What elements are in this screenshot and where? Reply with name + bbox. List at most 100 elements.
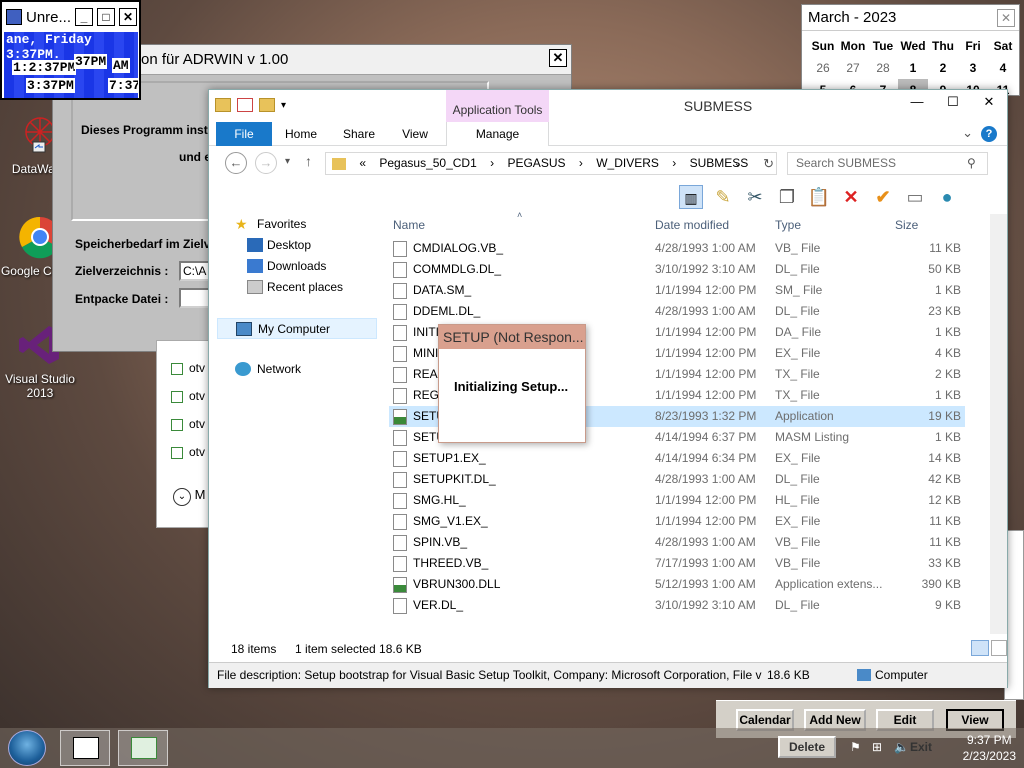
breadcrumb-segment[interactable]: W_DIVERS bbox=[596, 156, 659, 170]
taskbar-app-window[interactable] bbox=[118, 730, 168, 766]
address-dropdown-icon[interactable]: ⌄ bbox=[734, 153, 742, 174]
table-row[interactable]: COMMDLG.DL_ 3/10/1992 3:10 AM DL_ File 50 K… bbox=[389, 259, 965, 280]
nav-recent-places[interactable]: Recent places bbox=[217, 277, 377, 298]
tab-view[interactable]: View bbox=[395, 122, 435, 146]
tab-home[interactable]: Home bbox=[279, 122, 323, 146]
folder-icon bbox=[332, 157, 346, 170]
recent-locations-chevron-icon[interactable]: ▾ bbox=[285, 156, 290, 167]
list-item[interactable]: otv bbox=[171, 445, 205, 459]
cut-icon[interactable]: ✂ bbox=[743, 185, 767, 209]
exit-button[interactable]: Exit bbox=[910, 740, 932, 754]
target-dir-field[interactable]: C:\A bbox=[179, 261, 211, 281]
table-row[interactable]: VER.DL_ 3/10/1992 3:10 AM DL_ File 9 KB bbox=[389, 595, 965, 616]
delete-icon[interactable]: ✕ bbox=[839, 185, 863, 209]
setup-not-responding-dialog[interactable]: SETUP (Not Respon... Initializing Setup.… bbox=[438, 324, 586, 443]
back-button[interactable]: ← bbox=[225, 152, 247, 174]
table-row[interactable]: THREED.VB_ 7/17/1993 1:00 AM VB_ File 33 KB bbox=[389, 553, 965, 574]
details-view-icon[interactable] bbox=[971, 640, 989, 656]
list-item[interactable]: otv bbox=[171, 417, 205, 431]
breadcrumb-segment[interactable]: Pegasus_50_CD1 bbox=[379, 156, 476, 170]
computer-icon bbox=[857, 669, 871, 681]
list-item[interactable]: otv bbox=[171, 389, 205, 403]
calendar-day[interactable]: 27 bbox=[838, 57, 868, 79]
nav-desktop[interactable]: Desktop bbox=[217, 235, 377, 256]
weekday-label: Fri bbox=[965, 39, 981, 53]
calendar-day[interactable]: 4 bbox=[988, 57, 1018, 79]
volume-icon[interactable]: 🔈 bbox=[894, 740, 909, 754]
refresh-icon[interactable]: ↻ bbox=[763, 153, 774, 174]
network-tray-icon[interactable]: ⊞ bbox=[872, 740, 882, 754]
network-globe-icon[interactable]: ● bbox=[935, 185, 959, 209]
table-row[interactable]: SETUP1.EX_ 4/14/1994 6:34 PM EX_ File 14 KB bbox=[389, 448, 965, 469]
adrwin-close-button[interactable]: ✕ bbox=[549, 49, 567, 67]
list-item[interactable]: otv bbox=[171, 361, 205, 375]
table-row[interactable]: SMG_V1.EX_ 1/1/1994 12:00 PM EX_ File 11 KB bbox=[389, 511, 965, 532]
start-button[interactable] bbox=[8, 730, 46, 766]
nav-network[interactable]: Network bbox=[217, 359, 377, 380]
calendar-day[interactable]: 2 bbox=[928, 57, 958, 79]
clock-date: 2/23/2023 bbox=[962, 749, 1016, 763]
column-date-modified[interactable]: Date modified bbox=[655, 218, 729, 232]
address-bar[interactable]: « Pegasus_50_CD1 › PEGASUS › W_DIVERS › … bbox=[325, 152, 777, 175]
preview-pane-icon[interactable]: ▥ bbox=[679, 185, 703, 209]
file-date: 5/12/1993 1:00 AM bbox=[655, 577, 756, 591]
file-type: EX_ File bbox=[775, 451, 821, 465]
search-input[interactable]: Search SUBMESS bbox=[787, 152, 988, 175]
table-row[interactable]: DDEML.DL_ 4/28/1993 1:00 AM DL_ File 23 KB bbox=[389, 301, 965, 322]
vertical-scrollbar[interactable] bbox=[990, 214, 1007, 634]
unpack-file-field[interactable] bbox=[179, 288, 211, 308]
up-arrow-icon[interactable]: ↑ bbox=[305, 153, 312, 169]
file-icon bbox=[393, 598, 407, 614]
table-row[interactable]: SMG.HL_ 1/1/1994 12:00 PM HL_ File 12 KB bbox=[389, 490, 965, 511]
file-type: VB_ File bbox=[775, 241, 821, 255]
ribbon-expand-icon[interactable]: ⌄ bbox=[962, 125, 973, 141]
table-row[interactable]: VBRUN300.DLL 5/12/1993 1:00 AM Application… bbox=[389, 574, 965, 595]
calendar-day[interactable]: 28 bbox=[868, 57, 898, 79]
taskbar-app-presentation[interactable] bbox=[60, 730, 110, 766]
column-name[interactable]: Name bbox=[393, 218, 425, 232]
calendar-day[interactable]: 3 bbox=[958, 57, 988, 79]
tab-file[interactable]: File bbox=[216, 122, 272, 146]
properties-icon[interactable]: ✎ bbox=[711, 185, 735, 209]
maximize-button[interactable]: ☐ bbox=[935, 90, 971, 116]
forward-button[interactable]: → bbox=[255, 152, 277, 174]
table-row[interactable]: DATA.SM_ 1/1/1994 12:00 PM SM_ File 1 KB bbox=[389, 280, 965, 301]
file-date: 1/1/1994 12:00 PM bbox=[655, 367, 757, 381]
flag-icon[interactable]: ⚑ bbox=[850, 740, 861, 754]
taskbar-clock[interactable]: 9:37 PM 2/23/2023 bbox=[963, 732, 1016, 764]
rename-icon[interactable]: ▭ bbox=[903, 185, 927, 209]
nav-my-computer[interactable]: My Computer bbox=[217, 318, 377, 339]
column-size[interactable]: Size bbox=[895, 218, 918, 232]
desktop-icon bbox=[247, 238, 263, 252]
search-icon[interactable]: ⚲ bbox=[967, 156, 976, 170]
help-icon[interactable]: ? bbox=[981, 126, 997, 142]
file-name: REGI bbox=[393, 388, 442, 404]
tab-manage[interactable]: Manage bbox=[446, 122, 549, 146]
nav-favorites[interactable]: ★ Favorites bbox=[217, 214, 377, 235]
delete-button[interactable]: Delete bbox=[778, 736, 836, 758]
file-type: VB_ File bbox=[775, 556, 821, 570]
paste-icon[interactable]: 📋 bbox=[807, 185, 831, 209]
close-button[interactable]: ✕ bbox=[119, 8, 138, 26]
column-type[interactable]: Type bbox=[775, 218, 801, 232]
copy-icon[interactable]: ❐ bbox=[775, 185, 799, 209]
weekday-label: Sat bbox=[993, 39, 1013, 53]
clock-time-3: AM bbox=[112, 58, 130, 73]
table-row[interactable]: CMDIALOG.VB_ 4/28/1993 1:00 AM VB_ File 11 … bbox=[389, 238, 965, 259]
breadcrumb-segment[interactable]: PEGASUS bbox=[507, 156, 565, 170]
table-row[interactable]: SETUPKIT.DL_ 4/28/1993 1:00 AM DL_ File 42 … bbox=[389, 469, 965, 490]
nav-downloads[interactable]: Downloads bbox=[217, 256, 377, 277]
minimize-button[interactable]: _ bbox=[75, 8, 94, 26]
maximize-button[interactable]: □ bbox=[97, 8, 116, 26]
check-icon[interactable]: ✔ bbox=[871, 185, 895, 209]
file-name: CMDIALOG.VB_ bbox=[393, 241, 503, 257]
expand-more[interactable]: ⌄ M bbox=[173, 487, 205, 506]
calendar-day[interactable]: 1 bbox=[898, 57, 928, 79]
calendar-close-button[interactable]: ✕ bbox=[997, 9, 1015, 27]
tab-share[interactable]: Share bbox=[337, 122, 381, 146]
table-row[interactable]: SPIN.VB_ 4/28/1993 1:00 AM VB_ File 11 KB bbox=[389, 532, 965, 553]
close-button[interactable]: ✕ bbox=[971, 90, 1007, 116]
large-icons-view-icon[interactable] bbox=[991, 640, 1007, 656]
minimize-button[interactable]: — bbox=[899, 90, 935, 116]
calendar-day[interactable]: 26 bbox=[808, 57, 838, 79]
